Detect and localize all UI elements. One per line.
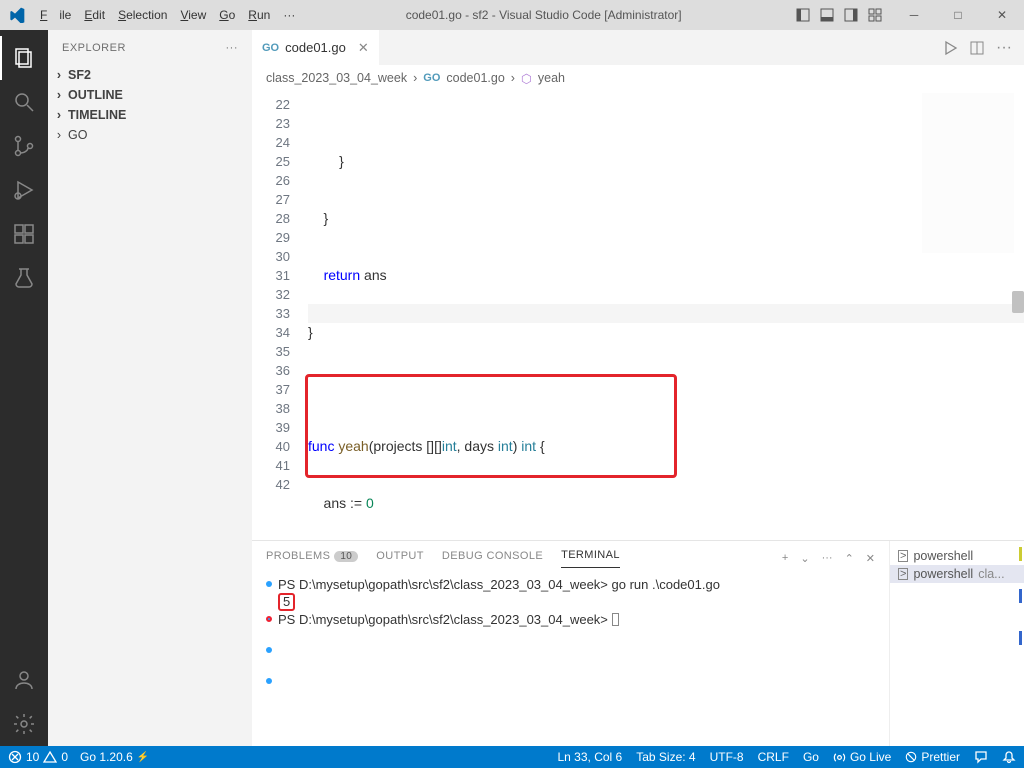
status-golive[interactable]: Go Live xyxy=(833,750,891,764)
toggle-panel-icon[interactable] xyxy=(820,8,834,22)
menu-view[interactable]: View xyxy=(174,8,212,22)
breadcrumb-file[interactable]: code01.go xyxy=(446,71,504,85)
search-icon[interactable] xyxy=(0,80,48,124)
breadcrumb-folder[interactable]: class_2023_03_04_week xyxy=(266,71,407,85)
new-terminal-icon[interactable]: + xyxy=(782,552,788,565)
terminal-prompt: PS D:\mysetup\gopath\src\sf2\class_2023_… xyxy=(278,612,608,627)
panel-tab-terminal[interactable]: TERMINAL xyxy=(561,549,620,568)
powershell-icon: > xyxy=(898,550,908,562)
sidebar-section-go[interactable]: ›GO xyxy=(48,125,252,145)
code-editor[interactable]: 22232425 26272829 30313233 34353637 3839… xyxy=(252,91,1024,540)
terminal-list: >powershell >powershell cla... xyxy=(889,541,1024,746)
menubar: File Edit Selection View Go Run ··· xyxy=(34,8,301,22)
editor-tabs: GO code01.go ✕ ··· xyxy=(252,30,1024,65)
terminal-list-item[interactable]: >powershell xyxy=(890,547,1024,565)
customize-layout-icon[interactable] xyxy=(868,8,882,22)
layout-controls xyxy=(786,8,892,22)
breadcrumb-symbol[interactable]: yeah xyxy=(538,71,565,85)
panel-tab-debug[interactable]: DEBUG CONSOLE xyxy=(442,550,543,568)
close-tab-icon[interactable]: ✕ xyxy=(352,40,369,56)
menu-selection[interactable]: Selection xyxy=(112,8,173,22)
testing-icon[interactable] xyxy=(0,256,48,300)
scrollbar-thumb[interactable] xyxy=(1012,291,1024,313)
problems-badge: 10 xyxy=(334,551,358,562)
terminal-dropdown-icon[interactable]: ⌄ xyxy=(800,552,809,565)
run-debug-icon[interactable] xyxy=(0,168,48,212)
symbol-function-icon: ⬡ xyxy=(521,71,532,86)
split-editor-icon[interactable] xyxy=(970,41,984,55)
terminal[interactable]: PS D:\mysetup\gopath\src\sf2\class_2023_… xyxy=(252,568,889,746)
explorer-title: EXPLORER xyxy=(62,42,126,54)
terminal-command: go run .\code01.go xyxy=(608,577,720,592)
tab-code01[interactable]: GO code01.go ✕ xyxy=(252,30,380,65)
window-controls: ─ □ ✕ xyxy=(892,0,1024,30)
terminal-output-highlight: 5 xyxy=(278,593,295,611)
terminal-prompt: PS D:\mysetup\gopath\src\sf2\class_2023_… xyxy=(278,577,608,592)
tab-label: code01.go xyxy=(285,40,346,55)
explorer-header: EXPLORER ··· xyxy=(48,30,252,65)
panel-tabs: PROBLEMS10 OUTPUT DEBUG CONSOLE TERMINAL… xyxy=(252,541,889,568)
bottom-panel: PROBLEMS10 OUTPUT DEBUG CONSOLE TERMINAL… xyxy=(252,540,1024,746)
menu-more[interactable]: ··· xyxy=(277,8,301,22)
maximize-button[interactable]: □ xyxy=(936,0,980,30)
terminal-cursor xyxy=(612,613,619,626)
explorer-more-icon[interactable]: ··· xyxy=(226,42,239,54)
vscode-icon xyxy=(0,7,34,23)
status-feedback-icon[interactable] xyxy=(974,750,988,764)
status-prettier[interactable]: Prettier xyxy=(905,750,960,764)
panel-more-icon[interactable]: ··· xyxy=(822,552,833,565)
close-button[interactable]: ✕ xyxy=(980,0,1024,30)
panel-maximize-icon[interactable]: ⌃ xyxy=(845,552,854,565)
window-title: code01.go - sf2 - Visual Studio Code [Ad… xyxy=(301,8,786,22)
sidebar-section-timeline[interactable]: ›TIMELINE xyxy=(48,105,252,125)
menu-run[interactable]: Run xyxy=(242,8,276,22)
breadcrumb[interactable]: class_2023_03_04_week › GO code01.go › ⬡… xyxy=(252,65,1024,91)
sidebar-section-sf2[interactable]: ›SF2 xyxy=(48,65,252,85)
accounts-icon[interactable] xyxy=(0,658,48,702)
statusbar: 10 0 Go 1.20.6 ⚡ Ln 33, Col 6 Tab Size: … xyxy=(0,746,1024,768)
settings-icon[interactable] xyxy=(0,702,48,746)
minimize-button[interactable]: ─ xyxy=(892,0,936,30)
status-encoding[interactable]: UTF-8 xyxy=(710,750,744,764)
panel-tab-problems[interactable]: PROBLEMS10 xyxy=(266,550,358,568)
source-control-icon[interactable] xyxy=(0,124,48,168)
panel-tab-output[interactable]: OUTPUT xyxy=(376,550,424,568)
code-lines[interactable]: } } return ans } func yeah(projects [][]… xyxy=(308,91,545,540)
status-ln-col[interactable]: Ln 33, Col 6 xyxy=(558,750,623,764)
menu-file[interactable]: File xyxy=(34,8,77,22)
run-code-icon[interactable] xyxy=(942,40,958,56)
status-eol[interactable]: CRLF xyxy=(758,750,789,764)
sidebar: EXPLORER ··· ›SF2 ›OUTLINE ›TIMELINE ›GO xyxy=(48,30,252,746)
toggle-primary-sidebar-icon[interactable] xyxy=(796,8,810,22)
extensions-icon[interactable] xyxy=(0,212,48,256)
minimap[interactable] xyxy=(922,93,1014,253)
status-tab-size[interactable]: Tab Size: 4 xyxy=(636,750,695,764)
toggle-secondary-sidebar-icon[interactable] xyxy=(844,8,858,22)
editor-more-icon[interactable]: ··· xyxy=(996,39,1012,57)
powershell-icon: > xyxy=(898,568,908,580)
menu-go[interactable]: Go xyxy=(213,8,241,22)
titlebar: File Edit Selection View Go Run ··· code… xyxy=(0,0,1024,30)
explorer-icon[interactable] xyxy=(0,36,48,80)
status-language[interactable]: Go xyxy=(803,750,819,764)
activitybar xyxy=(0,30,48,746)
line-number-gutter: 22232425 26272829 30313233 34353637 3839… xyxy=(252,91,308,540)
menu-edit[interactable]: Edit xyxy=(78,8,111,22)
go-file-icon: GO xyxy=(262,42,279,54)
status-go-version[interactable]: Go 1.20.6 ⚡ xyxy=(80,750,149,764)
status-problems[interactable]: 10 0 xyxy=(8,750,68,764)
status-bell-icon[interactable] xyxy=(1002,750,1016,764)
go-file-icon: GO xyxy=(423,72,440,84)
editor-group: GO code01.go ✕ ··· class_2023_03_04_week… xyxy=(252,30,1024,746)
terminal-list-item[interactable]: >powershell cla... xyxy=(890,565,1024,583)
sidebar-section-outline[interactable]: ›OUTLINE xyxy=(48,85,252,105)
panel-close-icon[interactable]: ✕ xyxy=(866,552,875,565)
terminal-decorations xyxy=(1019,547,1022,673)
